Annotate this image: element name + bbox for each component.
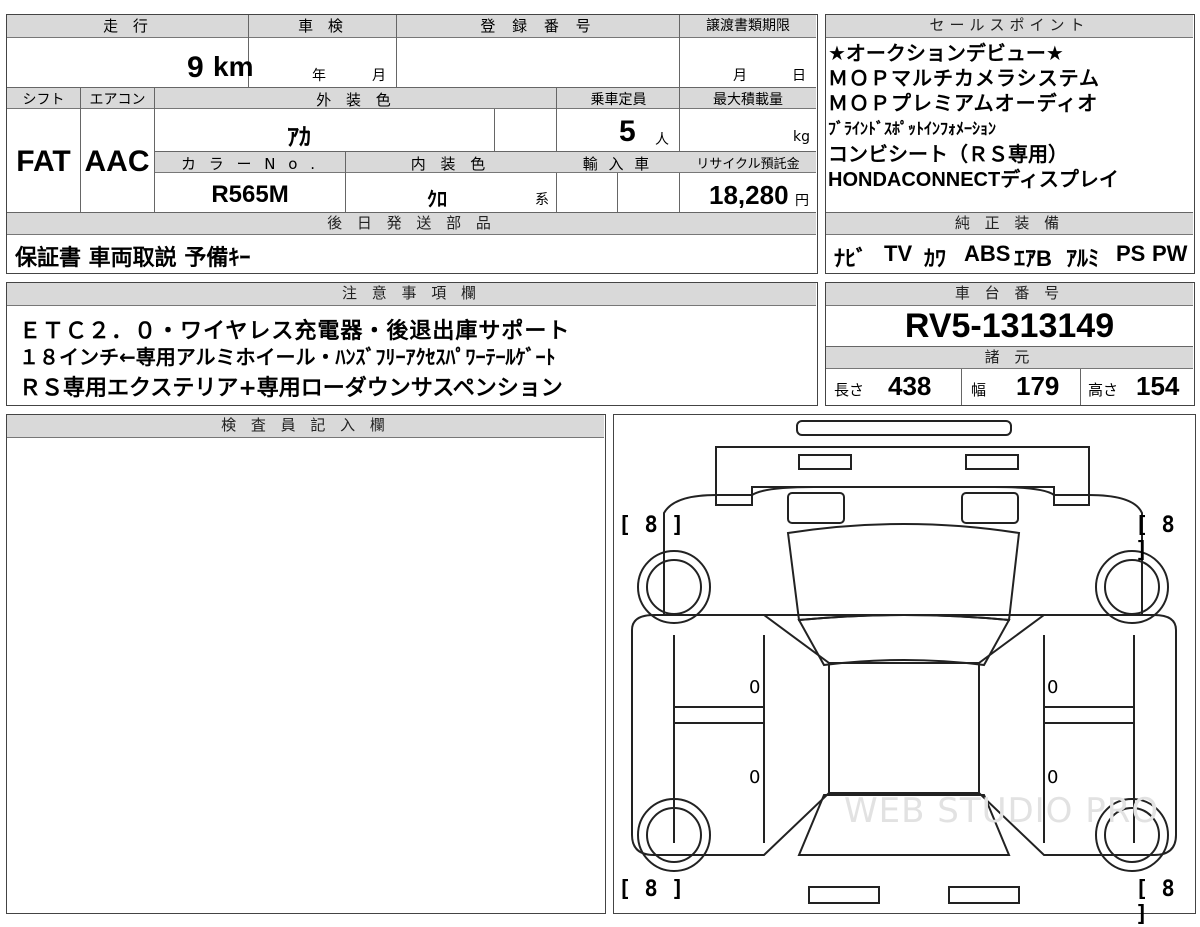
headlight-right — [961, 492, 1019, 524]
color-no-value: R565M — [211, 181, 289, 208]
shift-value: FAT — [16, 145, 71, 178]
chassis-header: 車 台 番 号 — [826, 283, 1193, 306]
vehicle-info-table: 走 行 車 検 登 録 番 号 譲渡書類期限 9 km 年 月 月 日 シフト … — [6, 14, 818, 274]
tire-front-left-rating: [ 8 ] — [618, 513, 685, 538]
door-rear-left-score: 0 — [749, 767, 761, 788]
equipment-item-ps: PS — [1116, 241, 1146, 266]
windshield — [786, 523, 1021, 622]
rear-bumper-left — [808, 886, 880, 904]
mileage-unit: km — [213, 51, 254, 82]
length-label: 長さ — [834, 381, 865, 399]
door-front-right-score: 0 — [1047, 677, 1059, 698]
interior-color-header: 内 装 色 — [410, 155, 491, 173]
color-no-header: カ ラ ー N o . — [180, 155, 319, 173]
capacity-unit: 人 — [655, 132, 669, 148]
aircon-value: AAC — [84, 145, 150, 178]
max-load-header: 最大積載量 — [713, 92, 783, 108]
hood-outline — [715, 446, 1090, 506]
equipment-header: 純 正 装 備 — [826, 213, 1193, 235]
height-label: 高さ — [1088, 381, 1119, 399]
sales-point-2: ＭＯＰマルチカメラシステム — [828, 66, 1100, 90]
recycle-value: 18,280 — [709, 180, 789, 210]
length-value: 438 — [888, 371, 932, 401]
shift-header: シフト — [22, 92, 65, 108]
equipment-item-tv: TV — [884, 241, 913, 266]
sales-point-4: ﾌﾞﾗｲﾝﾄﾞｽﾎﾟｯﾄｲﾝﾌｫﾒｰｼｮﾝ — [828, 119, 997, 138]
inspector-box: 検 査 員 記 入 欄 — [6, 414, 606, 914]
registration-header: 登 録 番 号 — [480, 17, 597, 35]
notes-header: 注 意 事 項 欄 — [7, 283, 816, 306]
parts-value: 保証書 車両取説 予備ｷｰ — [15, 246, 251, 271]
notes-line-3: ＲＳ専用エクステリア+専用ローダウンサスペンション — [19, 376, 563, 401]
tire-rear-right-rating: [ 8 ] — [1135, 877, 1175, 927]
door-rear-right-score: 0 — [1047, 767, 1059, 788]
notes-box: 注 意 事 項 欄 ＥＴＣ２．０・ワイヤレス充電器・後退出庫サポート １８インチ… — [6, 282, 818, 406]
windshield-lower — [797, 614, 1011, 667]
inspection-header: 車 検 — [298, 17, 348, 35]
width-value: 179 — [1016, 371, 1060, 401]
sales-points-box: セールスポイント ★オークションデビュー★ ＭＯＰマルチカメラシステム ＭＯＰプ… — [825, 14, 1195, 274]
parts-header: 後 日 発 送 部 品 — [7, 213, 816, 235]
equipment-item-airbag: ｴｱB — [1014, 246, 1052, 271]
door-front-left-score: 0 — [749, 677, 761, 698]
inspector-header: 検 査 員 記 入 欄 — [7, 415, 604, 438]
capacity-value: 5 — [619, 115, 636, 148]
sales-point-5: コンビシート（ＲＳ専用） — [828, 142, 1068, 166]
sales-point-3: ＭＯＰプレミアムオーディオ — [828, 91, 1099, 115]
transfer-month-unit: 月 — [733, 68, 747, 84]
sales-points-header: セールスポイント — [826, 15, 1193, 38]
mileage-value: 9 — [187, 51, 204, 84]
transfer-deadline-header: 譲渡書類期限 — [706, 18, 790, 34]
exterior-color-value: ｱｶ — [287, 124, 311, 151]
notes-line-2: １８インチ←専用アルミホイール・ﾊﾝｽﾞﾌﾘｰｱｸｾｽﾊﾟﾜｰﾃｰﾙｹﾞｰﾄ — [19, 345, 556, 369]
height-value: 154 — [1136, 371, 1180, 401]
equipment-item-pw: PW — [1152, 241, 1188, 266]
sales-point-1: ★オークションデビュー★ — [828, 41, 1064, 65]
roof — [828, 662, 980, 794]
load-unit: kg — [793, 129, 810, 145]
import-header: 輸 入 車 — [582, 155, 653, 173]
rear-bumper-right — [948, 886, 1020, 904]
capacity-header: 乗車定員 — [590, 92, 647, 108]
interior-color-value: ｸﾛ — [427, 189, 447, 211]
chassis-box: 車 台 番 号 RV5-1313149 諸 元 長さ 438 幅 179 高さ … — [825, 282, 1195, 406]
interior-color-suffix: 系 — [535, 192, 549, 208]
equipment-item-navi: ﾅﾋﾞ — [834, 246, 868, 271]
front-bumper — [796, 420, 1012, 436]
body-outline — [663, 486, 1143, 616]
recycle-header: リサイクル預託金 — [696, 157, 800, 172]
mileage-header: 走 行 — [103, 17, 153, 35]
car-outline-svg — [631, 420, 1177, 904]
wheel-front-left — [637, 550, 711, 624]
inspection-year-unit: 年 — [312, 68, 326, 84]
sales-point-6: HONDACONNECTディスプレイ — [828, 169, 1119, 191]
left-side — [631, 614, 830, 856]
equipment-item-leather: ｶﾜ — [924, 246, 947, 271]
transfer-day-unit: 日 — [792, 68, 806, 84]
equipment-item-abs: ABS — [964, 241, 1011, 266]
car-diagram: [ 8 ] [ 8 ] [ 8 ] [ 8 ] 0 0 0 0 WEB STUD… — [613, 414, 1196, 927]
headlight-left — [787, 492, 845, 524]
aircon-header: エアコン — [89, 92, 146, 108]
watermark: WEB STUDIO PRO — [844, 791, 1160, 831]
specs-header: 諸 元 — [826, 347, 1193, 369]
tire-rear-left-rating: [ 8 ] — [618, 877, 685, 902]
exterior-color-header: 外 装 色 — [316, 91, 396, 109]
inspection-month-unit: 月 — [372, 68, 386, 84]
width-label: 幅 — [971, 381, 987, 399]
grille-left — [798, 454, 852, 470]
chassis-number: RV5-1313149 — [904, 307, 1115, 345]
tire-front-right-rating: [ 8 ] — [1135, 513, 1175, 563]
recycle-unit: 円 — [795, 193, 809, 209]
grille-right — [965, 454, 1019, 470]
equipment-item-alloy: ｱﾙﾐ — [1066, 246, 1100, 271]
